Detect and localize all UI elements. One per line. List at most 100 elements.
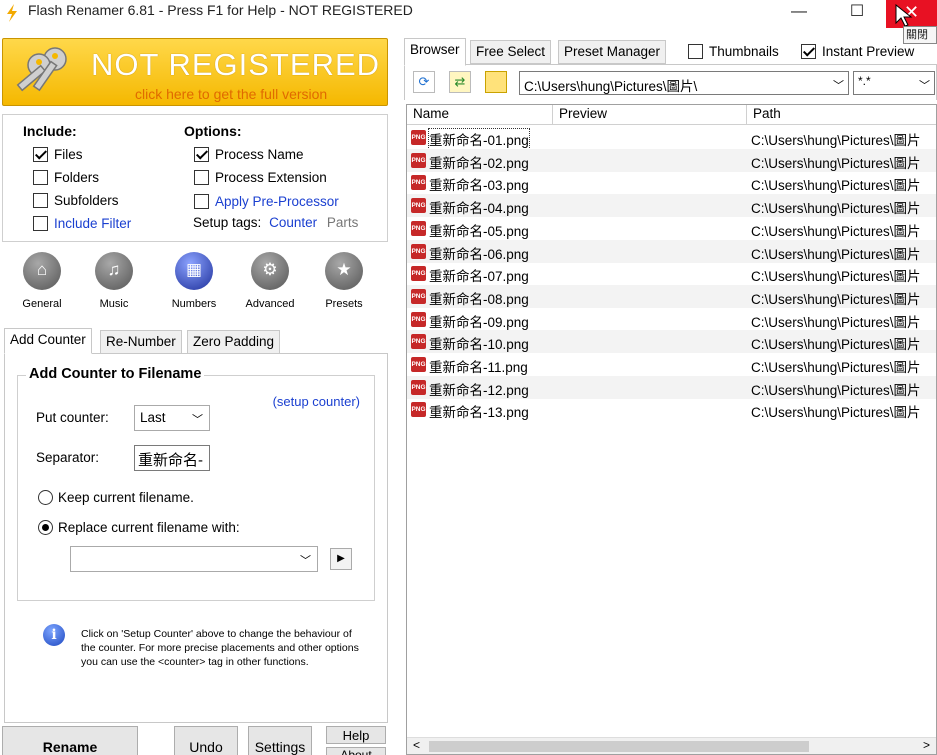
replace-filename-combo[interactable]: ﹀ <box>70 546 318 572</box>
file-name-cell: 重新命名-08.png <box>429 291 529 307</box>
banner-subtitle-link[interactable]: click here to get the full version <box>135 86 327 102</box>
checkbox-box[interactable] <box>688 43 703 59</box>
include-filter-link[interactable]: Include Filter <box>54 216 131 231</box>
file-row[interactable]: PNG 重新命名-04.png C:\Users\hung\Pictures\圖片 <box>407 194 936 218</box>
register-banner[interactable]: NOT REGISTERED click here to get the ful… <box>2 38 388 106</box>
nav-presets[interactable]: ★ Presets <box>310 252 378 310</box>
checkbox-box[interactable] <box>801 43 816 59</box>
radio-dot[interactable] <box>38 520 53 535</box>
thumbnails-checkbox[interactable]: Thumbnails <box>688 42 779 60</box>
options-label: Options: <box>184 123 242 139</box>
nav-general[interactable]: ⌂ General <box>8 252 76 310</box>
nav-music[interactable]: ♫ Music <box>80 252 148 310</box>
scrollbar-thumb[interactable] <box>429 741 809 752</box>
file-row[interactable]: PNG 重新命名-08.png C:\Users\hung\Pictures\圖片 <box>407 284 936 308</box>
parts-link[interactable]: Parts <box>327 215 359 230</box>
nav-numbers[interactable]: ▦ Numbers <box>160 252 228 310</box>
left-panel: NOT REGISTERED click here to get the ful… <box>0 34 390 755</box>
nav-advanced[interactable]: ⚙ Advanced <box>236 252 304 310</box>
separator-input[interactable]: 重新命名- <box>134 445 210 471</box>
music-icon[interactable]: ♫ <box>95 252 133 290</box>
file-row[interactable]: PNG 重新命名-02.png C:\Users\hung\Pictures\圖片 <box>407 148 936 172</box>
path-combo[interactable]: C:\Users\hung\Pictures\圖片\ ﹀ <box>519 71 849 95</box>
process-extension-checkbox[interactable]: Process Extension <box>194 168 327 186</box>
minimize-button[interactable]: — <box>778 0 820 28</box>
checkbox-box[interactable] <box>194 193 209 209</box>
file-row[interactable]: PNG 重新命名-03.png C:\Users\hung\Pictures\圖片 <box>407 171 936 194</box>
png-file-icon: PNG <box>411 152 426 168</box>
star-glyph: ★ <box>336 260 352 279</box>
home-icon[interactable]: ⌂ <box>23 252 61 290</box>
rename-button[interactable]: Rename <box>2 726 138 755</box>
subfolders-checkbox[interactable]: Subfolders <box>33 191 119 209</box>
put-counter-label: Put counter: <box>36 410 109 425</box>
put-counter-select[interactable]: Last ﹀ <box>134 405 210 431</box>
column-preview[interactable]: Preview <box>553 105 747 125</box>
png-file-icon: PNG <box>411 357 426 372</box>
radio-dot[interactable] <box>38 490 53 505</box>
insert-tag-button[interactable]: ▶ <box>330 548 352 570</box>
replace-filename-radio[interactable]: Replace current filename with: <box>38 520 240 535</box>
file-row[interactable]: PNG 重新命名-06.png C:\Users\hung\Pictures\圖片 <box>407 239 936 263</box>
apply-preprocessor-checkbox[interactable]: Apply Pre-Processor <box>194 192 339 210</box>
file-row[interactable]: PNG 重新命名-09.png C:\Users\hung\Pictures\圖片 <box>407 308 936 331</box>
path-value: C:\Users\hung\Pictures\圖片\ <box>524 79 698 94</box>
counter-link[interactable]: Counter <box>269 215 317 230</box>
keep-filename-radio[interactable]: Keep current filename. <box>38 490 194 505</box>
calculator-icon[interactable]: ▦ <box>175 252 213 290</box>
scroll-left-icon[interactable]: < <box>413 738 420 752</box>
png-file-icon: PNG <box>411 402 426 418</box>
tab-browser[interactable]: Browser <box>404 38 466 66</box>
banner-title[interactable]: NOT REGISTERED <box>91 47 380 83</box>
scroll-right-icon[interactable]: > <box>923 738 930 752</box>
folders-checkbox[interactable]: Folders <box>33 168 99 186</box>
file-row[interactable]: PNG 重新命名-12.png C:\Users\hung\Pictures\圖片 <box>407 375 936 399</box>
files-checkbox[interactable]: Files <box>33 145 83 163</box>
checkbox-box[interactable] <box>194 146 209 162</box>
tab-preset-manager[interactable]: Preset Manager <box>558 40 667 64</box>
instant-preview-checkbox[interactable]: Instant Preview <box>801 42 914 60</box>
tab-add-counter[interactable]: Add Counter <box>4 328 92 354</box>
file-name-cell: 重新命名-12.png <box>429 382 529 398</box>
checkbox-box[interactable] <box>33 169 48 185</box>
file-list[interactable]: Name Preview Path PNG 重新命名-01.png C:\Users… <box>406 104 937 755</box>
file-name-cell: 重新命名-09.png <box>429 314 529 330</box>
include-filter-checkbox[interactable]: Include Filter <box>33 214 131 232</box>
about-button[interactable]: About <box>326 747 386 755</box>
refresh-icon[interactable]: ⟳ <box>413 71 435 93</box>
tab-free-select[interactable]: Free Select <box>470 40 552 64</box>
tab-zero-padding[interactable]: Zero Padding <box>187 330 281 354</box>
column-path[interactable]: Path <box>747 105 936 125</box>
help-button[interactable]: Help <box>326 726 386 744</box>
gear-icon[interactable]: ⚙ <box>251 252 289 290</box>
file-row[interactable]: PNG 重新命名-13.png C:\Users\hung\Pictures\圖片 <box>407 398 936 421</box>
filter-combo[interactable]: *.* ﹀ <box>853 71 935 95</box>
settings-button[interactable]: Settings <box>248 726 312 755</box>
png-file-icon: PNG <box>411 379 426 395</box>
folder-icon[interactable] <box>485 71 507 93</box>
apply-preprocessor-link[interactable]: Apply Pre-Processor <box>215 194 339 209</box>
tab-re-number[interactable]: Re-Number <box>100 330 182 354</box>
file-row[interactable]: PNG 重新命名-07.png C:\Users\hung\Pictures\圖片 <box>407 262 936 285</box>
checkbox-box[interactable] <box>33 146 48 162</box>
checkbox-box[interactable] <box>194 169 209 185</box>
sync-folder-icon[interactable]: ⇄ <box>449 71 471 93</box>
process-name-checkbox[interactable]: Process Name <box>194 145 304 163</box>
column-name[interactable]: Name <box>407 105 553 125</box>
file-row[interactable]: PNG 重新命名-11.png C:\Users\hung\Pictures\圖片 <box>407 353 936 376</box>
star-icon[interactable]: ★ <box>325 252 363 290</box>
file-path-cell: C:\Users\hung\Pictures\圖片 <box>751 337 921 353</box>
png-file-icon: PNG <box>411 175 426 191</box>
setup-counter-link[interactable]: (setup counter) <box>273 394 360 409</box>
horizontal-scrollbar[interactable]: < > <box>407 737 936 754</box>
checkbox-box[interactable] <box>33 215 48 231</box>
undo-button[interactable]: Undo <box>174 726 238 755</box>
checkbox-box[interactable] <box>33 192 48 208</box>
file-path-cell: C:\Users\hung\Pictures\圖片 <box>751 201 921 217</box>
file-row[interactable]: PNG 重新命名-10.png C:\Users\hung\Pictures\圖片 <box>407 330 936 354</box>
info-icon: i <box>43 624 65 646</box>
maximize-button[interactable]: ☐ <box>836 0 878 28</box>
file-row[interactable]: PNG 重新命名-05.png C:\Users\hung\Pictures\圖片 <box>407 217 936 240</box>
file-row[interactable]: PNG 重新命名-01.png C:\Users\hung\Pictures\圖片 <box>407 126 936 150</box>
process-name-label: Process Name <box>215 146 304 162</box>
